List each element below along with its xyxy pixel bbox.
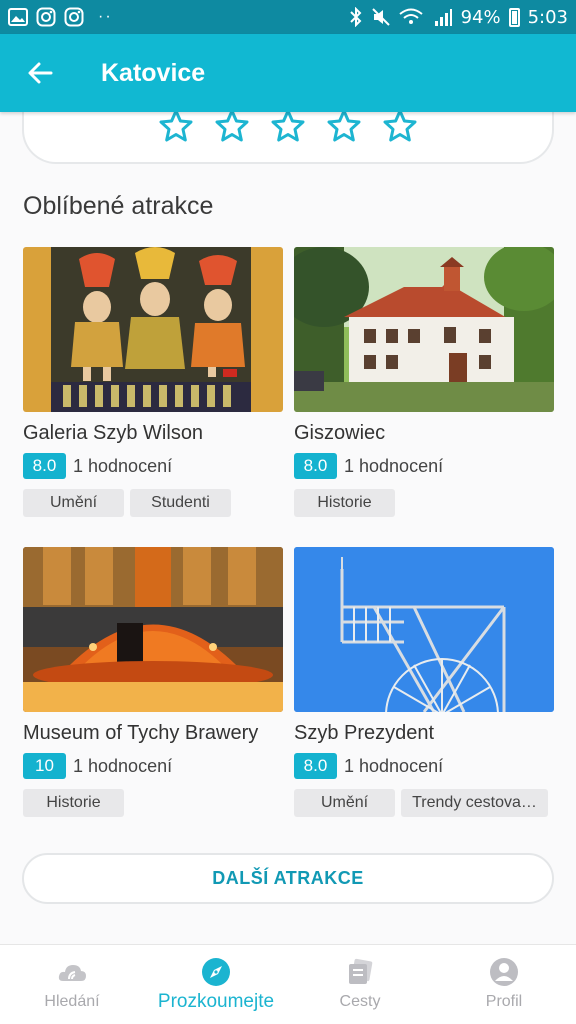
instagram-icon	[64, 7, 84, 27]
page-title: Katovice	[101, 58, 206, 87]
star-rating[interactable]	[158, 108, 418, 144]
tag-chip[interactable]: Umění	[294, 789, 395, 817]
wifi-icon	[398, 8, 423, 24]
score-badge: 8.0	[294, 453, 337, 479]
instagram-icon	[36, 7, 56, 27]
bluetooth-icon	[349, 7, 361, 27]
tag-list: Historie	[23, 789, 283, 817]
attraction-rating: 8.0 1 hodnocení	[294, 453, 554, 479]
status-bar-system: 94% 5:03	[349, 7, 568, 28]
gallery-icon	[8, 8, 28, 26]
tag-list: Historie	[294, 489, 554, 517]
review-count: 1 hodnocení	[73, 455, 173, 476]
tag-chip[interactable]: Historie	[23, 789, 124, 817]
status-bar: ·· 94% 5:03	[0, 0, 576, 34]
tag-chip[interactable]: Historie	[294, 489, 395, 517]
score-badge: 10	[23, 753, 66, 779]
cards-icon	[349, 958, 373, 984]
attraction-name: Museum of Tychy Brawery	[23, 722, 259, 744]
app-screen: ·· 94% 5:03 Katovice Oblíbené atrakce Ga…	[0, 0, 576, 1024]
star-icon[interactable]	[326, 108, 362, 144]
star-icon[interactable]	[158, 108, 194, 144]
status-bar-notifications: ··	[8, 7, 113, 27]
tag-chip[interactable]: Studenti	[130, 489, 231, 517]
attraction-card[interactable]: Galeria Szyb Wilson 8.0 1 hodnocení Uměn…	[23, 247, 283, 517]
star-icon[interactable]	[382, 108, 418, 144]
more-notifications-dots: ··	[98, 8, 113, 25]
nav-label: Prozkoumejte	[157, 991, 275, 1012]
attraction-card[interactable]: Giszowiec 8.0 1 hodnocení Historie	[294, 247, 554, 517]
star-icon[interactable]	[270, 108, 306, 144]
cloud-search-icon	[58, 965, 86, 981]
attraction-card[interactable]: Szyb Prezydent 8.0 1 hodnocení Umění Tre…	[294, 547, 554, 817]
attraction-photo	[23, 247, 283, 412]
attraction-name: Szyb Prezydent	[294, 722, 435, 744]
score-badge: 8.0	[294, 753, 337, 779]
mute-icon	[371, 8, 390, 26]
attraction-name: Giszowiec	[294, 422, 386, 444]
battery-percentage: 94%	[460, 6, 501, 28]
nav-item-search[interactable]: Hledání	[0, 945, 144, 1024]
status-time: 5:03	[527, 6, 568, 28]
user-icon	[490, 958, 518, 986]
tag-list: Umění Trendy cestova…	[294, 789, 554, 817]
arrow-left-icon	[28, 62, 53, 84]
review-count: 1 hodnocení	[344, 755, 444, 776]
nav-label: Cesty	[339, 993, 381, 1010]
tag-chip[interactable]: Trendy cestova…	[401, 789, 548, 817]
attraction-photo	[23, 547, 283, 712]
compass-icon	[202, 958, 230, 986]
tag-chip[interactable]: Umění	[23, 489, 124, 517]
nav-item-explore[interactable]: Prozkoumejte	[144, 945, 288, 1024]
attraction-rating: 10 1 hodnocení	[23, 753, 283, 779]
review-count: 1 hodnocení	[73, 755, 173, 776]
back-button[interactable]	[12, 45, 68, 101]
attraction-photo	[294, 547, 554, 712]
nav-item-profile[interactable]: Profil	[432, 945, 576, 1024]
nav-label: Hledání	[44, 993, 100, 1010]
section-title: Oblíbené atrakce	[23, 192, 214, 220]
attraction-card[interactable]: Museum of Tychy Brawery 10 1 hodnocení H…	[23, 547, 283, 817]
attraction-name: Galeria Szyb Wilson	[23, 422, 204, 444]
nav-label: Profil	[485, 993, 523, 1010]
more-attractions-button[interactable]: DALŠÍ ATRAKCE	[22, 853, 554, 904]
star-icon[interactable]	[214, 108, 250, 144]
score-badge: 8.0	[23, 453, 66, 479]
attraction-rating: 8.0 1 hodnocení	[294, 753, 554, 779]
nav-item-trips[interactable]: Cesty	[288, 945, 432, 1024]
app-bar: Katovice	[0, 34, 576, 112]
tag-list: Umění Studenti	[23, 489, 283, 517]
battery-icon	[508, 7, 520, 27]
bottom-navigation: Hledání Prozkoumejte Cesty Profil	[0, 944, 576, 1024]
attraction-rating: 8.0 1 hodnocení	[23, 453, 283, 479]
review-count: 1 hodnocení	[344, 455, 444, 476]
attraction-photo	[294, 247, 554, 412]
signal-icon	[434, 9, 452, 26]
